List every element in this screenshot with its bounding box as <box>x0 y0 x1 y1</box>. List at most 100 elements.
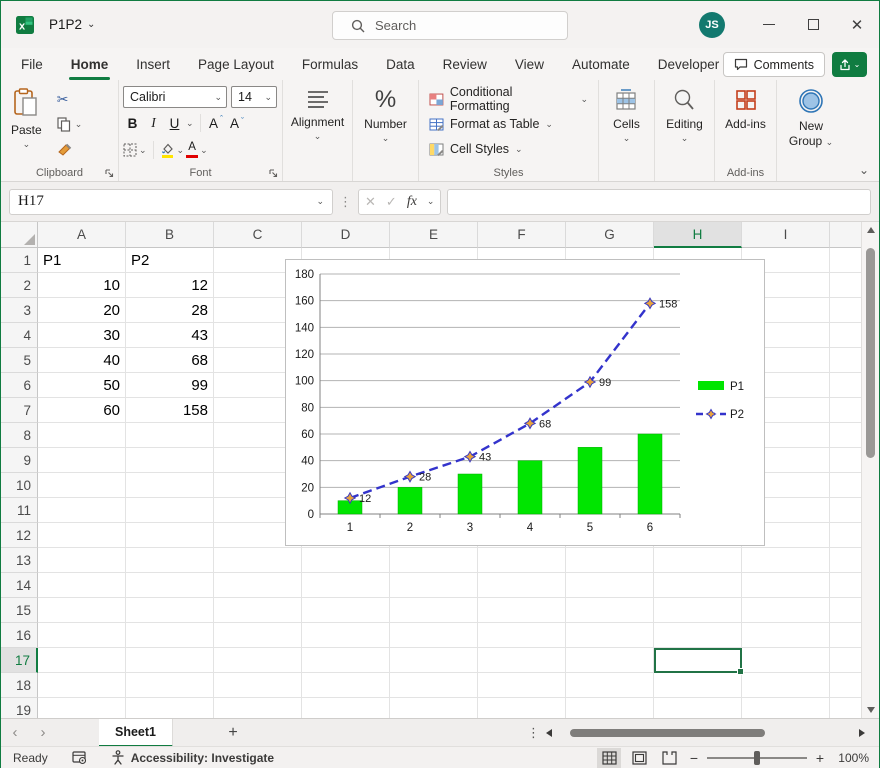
cell-partial-1[interactable] <box>830 248 863 273</box>
row-header-9[interactable]: 9 <box>1 448 38 473</box>
font-color-button[interactable]: A ⌄ <box>186 139 208 161</box>
alignment-button[interactable]: Alignment ⌄ <box>285 86 350 163</box>
cell-D18[interactable] <box>302 673 390 698</box>
zoom-in-button[interactable]: + <box>813 750 827 766</box>
accessibility-status[interactable]: Accessibility: Investigate <box>111 750 274 765</box>
macro-record-button[interactable] <box>72 751 87 765</box>
cell-F14[interactable] <box>478 573 566 598</box>
row-header-8[interactable]: 8 <box>1 423 38 448</box>
scroll-up-icon[interactable] <box>867 227 875 233</box>
cell-A12[interactable] <box>38 523 126 548</box>
tab-insert[interactable]: Insert <box>122 48 184 80</box>
minimize-button[interactable] <box>747 1 791 48</box>
embedded-chart[interactable]: 0204060801001201401601801234561228436899… <box>285 259 765 546</box>
cell-B8[interactable] <box>126 423 214 448</box>
column-header-D[interactable]: D <box>302 222 390 248</box>
comments-button[interactable]: Comments <box>723 52 825 77</box>
cell-partial-6[interactable] <box>830 373 863 398</box>
copy-button[interactable]: ⌄ <box>54 114 86 136</box>
increase-font-button[interactable]: Aˆ <box>207 112 226 134</box>
horizontal-scroll-track[interactable] <box>560 729 851 737</box>
conditional-formatting-button[interactable]: Conditional Formatting ⌄ <box>429 88 588 110</box>
page-break-view-button[interactable] <box>657 748 681 768</box>
sheet-bar-menu-icon[interactable]: ⋮ <box>527 725 540 741</box>
cell-G19[interactable] <box>566 698 654 718</box>
addins-button[interactable]: Add-ins <box>719 86 772 163</box>
cell-D13[interactable] <box>302 548 390 573</box>
cell-partial-3[interactable] <box>830 298 863 323</box>
scroll-down-icon[interactable] <box>867 707 875 713</box>
borders-button[interactable]: ⌄ <box>123 139 147 161</box>
cell-partial-5[interactable] <box>830 348 863 373</box>
row-header-14[interactable]: 14 <box>1 573 38 598</box>
horizontal-scrollbar[interactable] <box>546 728 865 738</box>
font-dialog-launcher[interactable] <box>269 169 278 178</box>
new-sheet-button[interactable]: + <box>221 724 245 742</box>
tab-formulas[interactable]: Formulas <box>288 48 372 80</box>
row-header-12[interactable]: 12 <box>1 523 38 548</box>
row-header-13[interactable]: 13 <box>1 548 38 573</box>
cell-H16[interactable] <box>654 623 742 648</box>
select-all-button[interactable] <box>1 222 38 248</box>
scroll-right-icon[interactable] <box>859 729 865 737</box>
cell-partial-8[interactable] <box>830 423 863 448</box>
new-group-button[interactable]: New Group ⌄ <box>781 86 841 163</box>
cell-H19[interactable] <box>654 698 742 718</box>
search-input[interactable]: Search <box>332 11 568 40</box>
tab-data[interactable]: Data <box>372 48 429 80</box>
zoom-slider[interactable] <box>707 751 807 765</box>
cell-partial-19[interactable] <box>830 698 863 718</box>
cell-D16[interactable] <box>302 623 390 648</box>
row-header-2[interactable]: 2 <box>1 273 38 298</box>
cell-partial-18[interactable] <box>830 673 863 698</box>
collapse-ribbon-button[interactable]: ⌄ <box>859 163 869 177</box>
row-header-16[interactable]: 16 <box>1 623 38 648</box>
cell-F13[interactable] <box>478 548 566 573</box>
cell-C17[interactable] <box>214 648 302 673</box>
horizontal-scroll-thumb[interactable] <box>570 729 765 737</box>
cell-A11[interactable] <box>38 498 126 523</box>
editing-button[interactable]: Editing ⌄ <box>660 86 709 163</box>
tab-page-layout[interactable]: Page Layout <box>184 48 288 80</box>
cell-D14[interactable] <box>302 573 390 598</box>
vertical-scrollbar[interactable] <box>861 222 879 718</box>
cell-F16[interactable] <box>478 623 566 648</box>
cell-B1[interactable]: P2 <box>126 248 214 273</box>
cell-A18[interactable] <box>38 673 126 698</box>
cell-H18[interactable] <box>654 673 742 698</box>
cell-C14[interactable] <box>214 573 302 598</box>
cell-B10[interactable] <box>126 473 214 498</box>
row-header-19[interactable]: 19 <box>1 698 38 718</box>
column-header-A[interactable]: A <box>38 222 126 248</box>
prev-sheet-button[interactable]: ‹ <box>1 724 29 741</box>
row-header-15[interactable]: 15 <box>1 598 38 623</box>
cell-I19[interactable] <box>742 698 830 718</box>
cell-partial-14[interactable] <box>830 573 863 598</box>
tab-review[interactable]: Review <box>429 48 501 80</box>
close-button[interactable]: ✕ <box>835 1 879 48</box>
cell-B9[interactable] <box>126 448 214 473</box>
row-header-1[interactable]: 1 <box>1 248 38 273</box>
underline-button[interactable]: U <box>165 112 184 134</box>
cell-A9[interactable] <box>38 448 126 473</box>
tab-file[interactable]: File <box>7 48 57 80</box>
cell-A6[interactable]: 50 <box>38 373 126 398</box>
cell-D15[interactable] <box>302 598 390 623</box>
cell-partial-4[interactable] <box>830 323 863 348</box>
cell-A13[interactable] <box>38 548 126 573</box>
cells-button[interactable]: Cells ⌄ <box>607 86 646 163</box>
vertical-scroll-thumb[interactable] <box>866 248 875 458</box>
cell-A19[interactable] <box>38 698 126 718</box>
cell-F15[interactable] <box>478 598 566 623</box>
cell-B4[interactable]: 43 <box>126 323 214 348</box>
row-header-4[interactable]: 4 <box>1 323 38 348</box>
cell-D19[interactable] <box>302 698 390 718</box>
zoom-out-button[interactable]: − <box>687 750 701 766</box>
cell-B19[interactable] <box>126 698 214 718</box>
cell-A15[interactable] <box>38 598 126 623</box>
cell-F19[interactable] <box>478 698 566 718</box>
tab-automate[interactable]: Automate <box>558 48 644 80</box>
cell-F18[interactable] <box>478 673 566 698</box>
cell-A7[interactable]: 60 <box>38 398 126 423</box>
next-sheet-button[interactable]: › <box>29 724 57 741</box>
